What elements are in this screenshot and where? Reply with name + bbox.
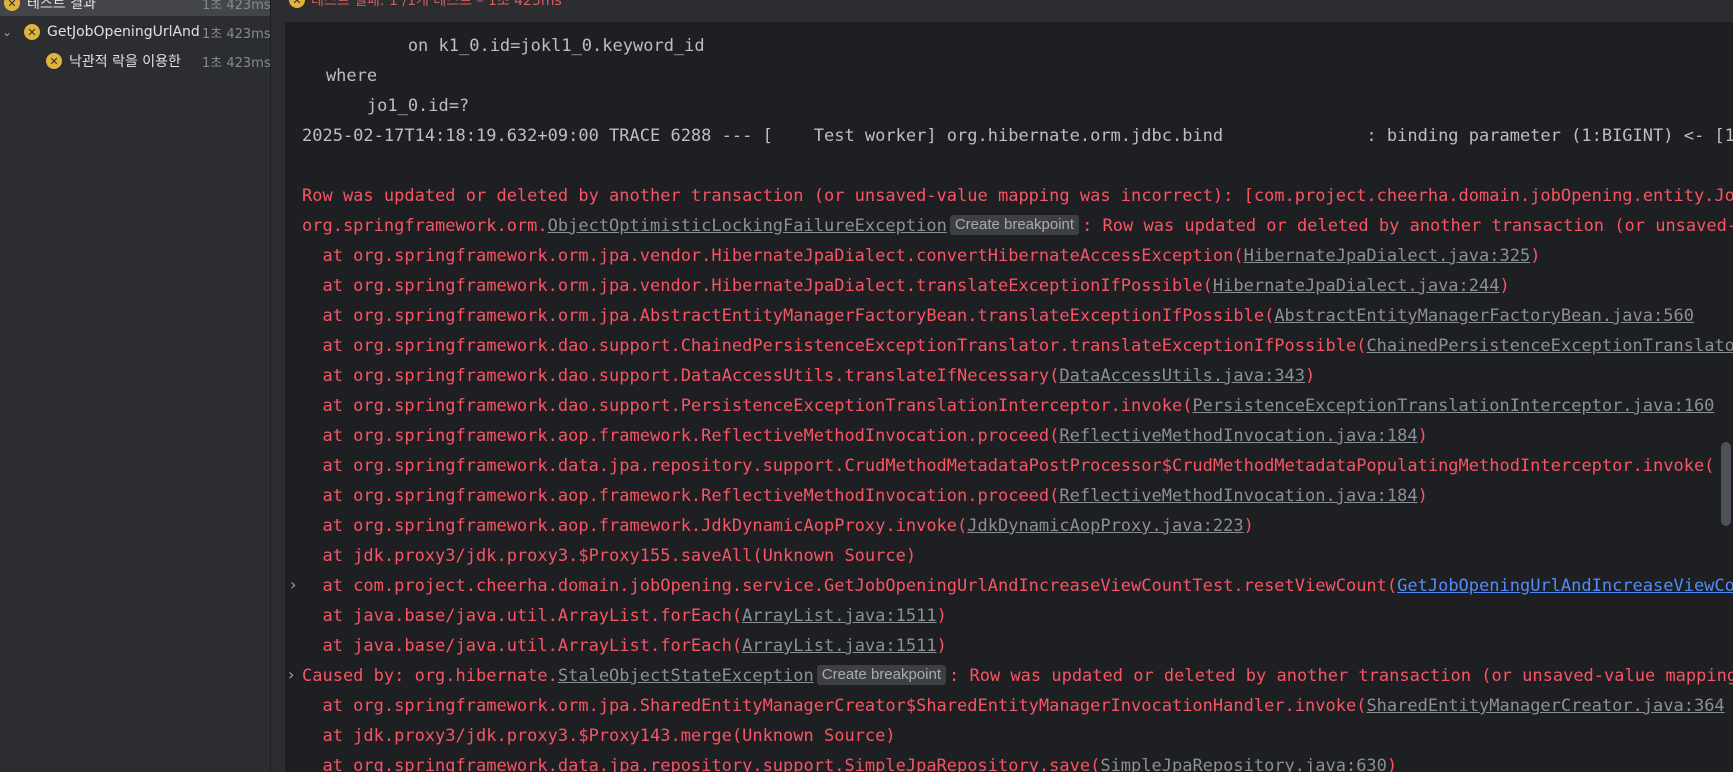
test-status-bar: ✕ 테스트 실패: 1 /1개 테스트 – 1초 423ms — [285, 0, 1733, 22]
stack-frame: at org.springframework.data.jpa.reposito… — [302, 456, 1715, 476]
stack-frame: at jdk.proxy3/jdk.proxy3.$Proxy143.merge… — [302, 726, 896, 746]
exception-class-link[interactable]: StaleObjectStateException — [558, 666, 814, 686]
close-paren: ) — [936, 636, 947, 656]
close-paren: ) — [1417, 426, 1428, 446]
stack-frame: at org.springframework.orm.jpa.AbstractE… — [302, 301, 1694, 331]
source-link[interactable]: PersistenceExceptionTranslationIntercept… — [1192, 396, 1714, 416]
close-paren: ) — [1499, 276, 1510, 296]
source-link[interactable]: GetJobOpeningUrlAndIncreaseViewCountTest… — [1397, 576, 1733, 596]
caused-by-line: Caused by: org.hibernate.StaleObjectStat… — [302, 661, 1733, 691]
stack-frame-method: at com.project.cheerha.domain.jobOpening… — [302, 576, 1398, 596]
test-duration: 1초 423ms — [202, 55, 271, 71]
source-link[interactable]: HibernateJpaDialect.java:244 — [1213, 276, 1500, 296]
stack-frame: at org.springframework.dao.support.DataA… — [302, 361, 1315, 391]
create-breakpoint-hint[interactable]: Create breakpoint — [816, 665, 946, 685]
close-paren: ) — [1243, 516, 1254, 536]
create-breakpoint-hint[interactable]: Create breakpoint — [949, 215, 1080, 235]
stack-frame: at java.base/java.util.ArrayList.forEach… — [302, 601, 947, 631]
test-results-tree: ✕ 테스트 결과 1초 423ms ⌄ ✕ GetJobOpeningUrlAn… — [0, 0, 271, 772]
console-line: where — [285, 66, 378, 86]
stack-frame: at jdk.proxy3/jdk.proxy3.$Proxy155.saveA… — [302, 546, 917, 566]
chevron-right-icon[interactable]: › — [288, 665, 294, 684]
source-link[interactable]: ArrayList.java:1511 — [742, 606, 936, 626]
stack-frame: at org.springframework.aop.framework.Ref… — [302, 481, 1428, 511]
stack-frame-method: at org.springframework.dao.support.DataA… — [302, 366, 1060, 386]
stack-frame: at org.springframework.aop.framework.Jdk… — [302, 511, 1254, 541]
stack-frame: at org.springframework.orm.jpa.vendor.Hi… — [302, 241, 1540, 271]
failed-test-icon: ✕ — [24, 24, 40, 40]
tree-row-root[interactable]: ✕ 테스트 결과 1초 423ms — [0, 0, 270, 16]
source-link[interactable]: AbstractEntityManagerFactoryBean.java:56… — [1274, 306, 1694, 326]
source-link[interactable]: ReflectiveMethodInvocation.java:184 — [1059, 426, 1417, 446]
stack-frame: at org.springframework.orm.jpa.vendor.Hi… — [302, 271, 1510, 301]
test-status-text: 테스트 실패: 1 /1개 테스트 – 1초 423ms — [311, 0, 562, 9]
failed-test-icon: ✕ — [4, 0, 20, 11]
stack-frame-method: at org.springframework.orm.jpa.AbstractE… — [302, 306, 1275, 326]
test-duration: 1초 423ms — [202, 26, 271, 42]
console-line: on k1_0.id=jokl1_0.keyword_id — [285, 36, 705, 56]
source-link[interactable]: ArrayList.java:1511 — [742, 636, 936, 656]
source-link[interactable]: SharedEntityManagerCreator.java:364 — [1366, 696, 1724, 716]
close-paren: ) — [1305, 366, 1316, 386]
chevron-down-icon[interactable]: ⌄ — [0, 25, 14, 39]
stack-frame-method: at org.springframework.aop.framework.Ref… — [302, 486, 1060, 506]
stack-frame: at java.base/java.util.ArrayList.forEach… — [302, 631, 947, 661]
vertical-scrollbar[interactable] — [1721, 442, 1731, 526]
stack-frame-method: at java.base/java.util.ArrayList.forEach… — [302, 606, 743, 626]
stack-frame-method: at org.springframework.dao.support.Persi… — [302, 396, 1193, 416]
stack-frame-method: at org.springframework.aop.framework.Ref… — [302, 426, 1060, 446]
stack-frame-method: at java.base/java.util.ArrayList.forEach… — [302, 636, 743, 656]
exception-message: : Row was updated or deleted by another … — [1082, 216, 1733, 236]
stack-frame: at org.springframework.dao.support.Chain… — [302, 331, 1733, 361]
stack-frame: at org.springframework.dao.support.Persi… — [302, 391, 1714, 421]
close-paren: ) — [1417, 486, 1428, 506]
console-line: jo1_0.id=? — [285, 96, 470, 116]
tree-row-label: 낙관적 락을 이용한 — [69, 54, 181, 70]
close-paren: ) — [1530, 246, 1541, 266]
stack-frame: at org.springframework.aop.framework.Ref… — [302, 421, 1428, 451]
stack-frame-method: at org.springframework.orm.jpa.vendor.Hi… — [302, 276, 1213, 296]
tree-row-label: 테스트 결과 — [27, 0, 96, 12]
tree-row-test-class[interactable]: ⌄ ✕ GetJobOpeningUrlAnd 1초 423ms — [0, 19, 270, 45]
source-link[interactable]: HibernateJpaDialect.java:325 — [1244, 246, 1531, 266]
source-link[interactable]: ChainedPersistenceExceptionTranslator.ja… — [1366, 336, 1733, 356]
stack-frame: at org.springframework.data.jpa.reposito… — [302, 751, 1397, 772]
failed-test-icon: ✕ — [289, 0, 305, 8]
stack-frame-method: at org.springframework.orm.jpa.vendor.Hi… — [302, 246, 1244, 266]
exception-class-link[interactable]: ObjectOptimisticLockingFailureException — [548, 216, 947, 236]
stack-frame-method: at org.springframework.aop.framework.Jdk… — [302, 516, 968, 536]
tree-row-test-method[interactable]: ✕ 낙관적 락을 이용한 1초 423ms — [0, 48, 270, 74]
close-paren: ) — [936, 606, 947, 626]
source-link[interactable]: DataAccessUtils.java:343 — [1059, 366, 1305, 386]
console-output[interactable]: on k1_0.id=jokl1_0.keyword_id where jo1_… — [285, 22, 1733, 772]
source-link[interactable]: SimpleJpaRepository.java:630 — [1100, 756, 1387, 772]
test-duration: 1초 423ms — [200, 0, 270, 13]
stack-frame: at com.project.cheerha.domain.jobOpening… — [302, 571, 1733, 601]
exception-message: : Row was updated or deleted by another … — [949, 666, 1733, 686]
stack-frame-method: at org.springframework.orm.jpa.SharedEnt… — [302, 696, 1367, 716]
close-paren: ) — [1386, 756, 1398, 772]
chevron-right-icon[interactable]: › — [290, 575, 296, 594]
exception-package: org.springframework.orm. — [302, 216, 548, 236]
tree-row-label: GetJobOpeningUrlAnd — [47, 24, 200, 40]
stack-frame: at org.springframework.orm.jpa.SharedEnt… — [302, 691, 1724, 721]
source-link[interactable]: JdkDynamicAopProxy.java:223 — [967, 516, 1243, 536]
exception-package: Caused by: org.hibernate. — [302, 666, 558, 686]
stack-frame-method: at org.springframework.data.jpa.reposito… — [302, 756, 1101, 772]
source-link[interactable]: ReflectiveMethodInvocation.java:184 — [1059, 486, 1417, 506]
console-line: 2025-02-17T14:18:19.632+09:00 TRACE 6288… — [302, 126, 1733, 146]
stack-frame-method: at org.springframework.dao.support.Chain… — [302, 336, 1367, 356]
error-message: Row was updated or deleted by another tr… — [302, 186, 1733, 206]
exception-line: org.springframework.orm.ObjectOptimistic… — [302, 211, 1733, 241]
failed-test-icon: ✕ — [46, 53, 62, 69]
